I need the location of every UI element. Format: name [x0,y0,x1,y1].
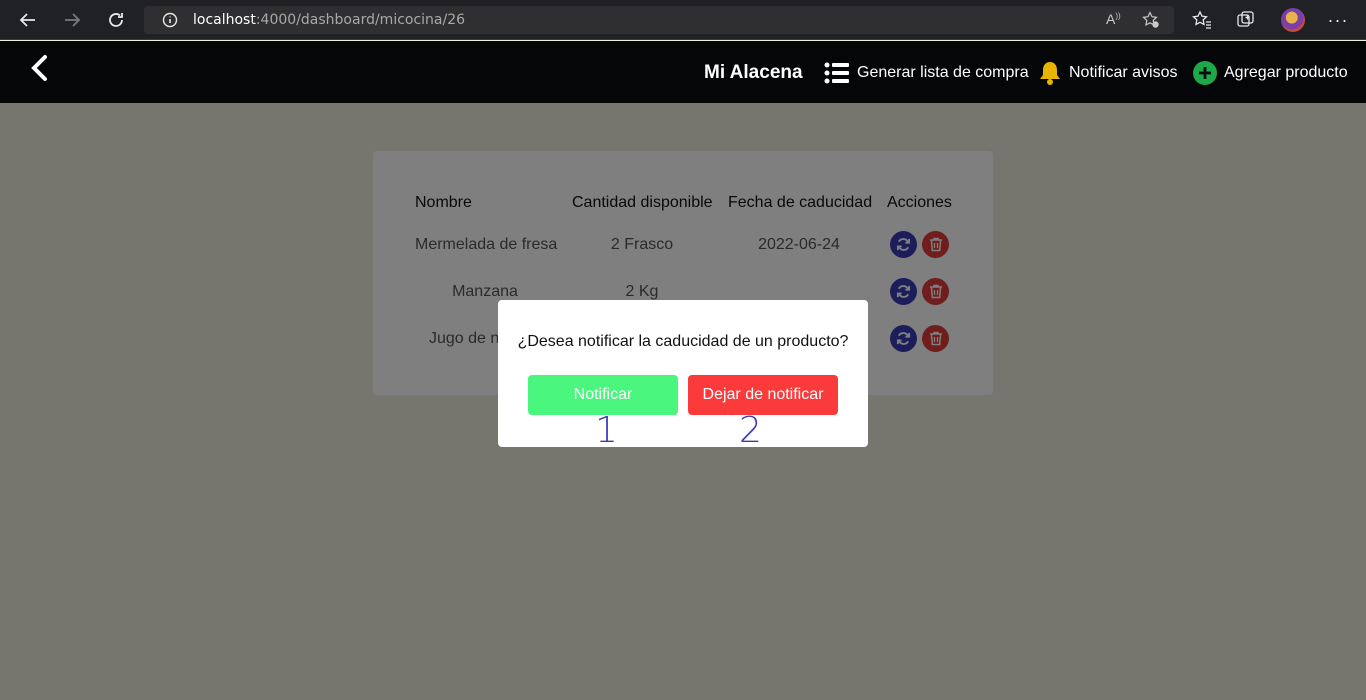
annotation-number-1: 1 [595,410,618,451]
read-aloud-icon[interactable]: A)) [1106,11,1121,27]
forward-icon[interactable] [60,8,84,32]
url-text: localhost:4000/dashboard/micocina/26 [193,12,465,28]
more-icon[interactable]: ··· [1326,8,1350,32]
add-circle-icon [1193,61,1217,85]
notify-button[interactable]: Notificar [528,375,678,415]
profile-avatar[interactable] [1281,8,1305,32]
nav-notify-alerts[interactable]: Notificar avisos [1038,60,1177,86]
favorites-icon[interactable] [1190,8,1214,32]
info-icon[interactable] [162,12,178,33]
annotation-number-2: 2 [739,410,762,451]
collections-icon[interactable] [1234,8,1258,32]
nav-label-shopping-list: Generar lista de compra [857,64,1029,81]
nav-generate-shopping-list[interactable]: Generar lista de compra [824,60,1029,86]
nav-label-add-product: Agregar producto [1224,64,1348,81]
app-header: Mi Alacena Generar lista de compra Notif… [0,41,1366,103]
url-host: localhost [193,12,256,28]
address-bar[interactable]: localhost:4000/dashboard/micocina/26 A)) [144,6,1174,34]
dialog-message: ¿Desea notificar la caducidad de un prod… [517,333,849,350]
bell-icon [1040,62,1060,85]
stop-notifying-button[interactable]: Dejar de notificar [688,375,838,415]
url-path: :4000/dashboard/micocina/26 [255,12,466,28]
browser-toolbar: localhost:4000/dashboard/micocina/26 A))… [0,0,1366,40]
reload-icon[interactable] [104,8,128,32]
nav-add-product[interactable]: Agregar producto [1193,60,1348,86]
nav-label-notify: Notificar avisos [1069,64,1178,81]
favorite-add-icon[interactable] [1142,11,1160,34]
list-icon [824,62,849,84]
notify-dialog: ¿Desea notificar la caducidad de un prod… [498,300,868,451]
back-icon[interactable] [16,8,40,32]
back-chevron-icon[interactable] [28,53,52,83]
brand-title[interactable]: Mi Alacena [704,62,803,84]
